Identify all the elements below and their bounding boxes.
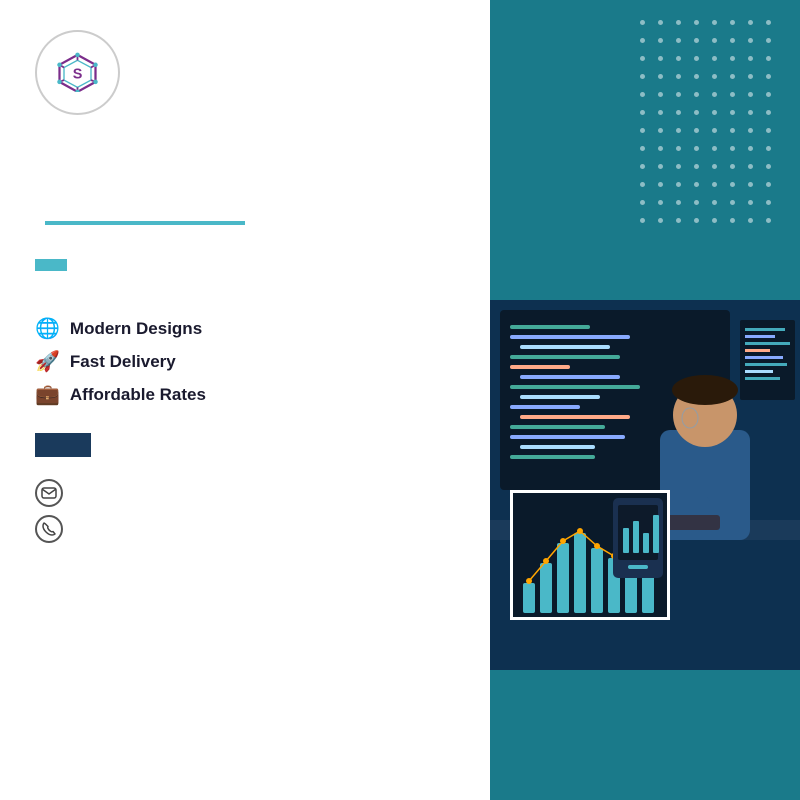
feature-label-1: Modern Designs — [70, 319, 202, 339]
phone-icon — [35, 515, 63, 543]
rocket-icon: 🚀 — [35, 349, 60, 374]
analytics-image — [510, 490, 670, 620]
briefcase-icon: 💼 — [35, 382, 60, 407]
feature-affordable-rates: 💼 Affordable Rates — [35, 382, 455, 407]
feature-label-3: Affordable Rates — [70, 385, 206, 405]
email-contact — [35, 479, 455, 507]
feature-label-2: Fast Delivery — [70, 352, 176, 372]
phone-contact — [35, 515, 455, 543]
service-badge — [35, 259, 67, 271]
feature-modern-designs: 🌐 Modern Designs — [35, 316, 455, 341]
email-icon — [35, 479, 63, 507]
feature-fast-delivery: 🚀 Fast Delivery — [35, 349, 455, 374]
header: S — [35, 30, 455, 115]
svg-text:S: S — [73, 66, 83, 82]
contact-info — [35, 479, 455, 543]
contact-us-button[interactable] — [35, 433, 91, 457]
main-content: S 🌐 — [0, 0, 490, 800]
logo: S — [35, 30, 120, 115]
globe-icon: 🌐 — [35, 316, 60, 341]
images-container — [490, 0, 800, 800]
features-list: 🌐 Modern Designs 🚀 Fast Delivery 💼 Affor… — [35, 316, 455, 407]
page-wrapper: // Generate dots const grid = document.q… — [0, 0, 800, 800]
logo-icon: S — [55, 52, 100, 92]
headline-underline — [45, 221, 245, 225]
headline — [35, 145, 455, 249]
